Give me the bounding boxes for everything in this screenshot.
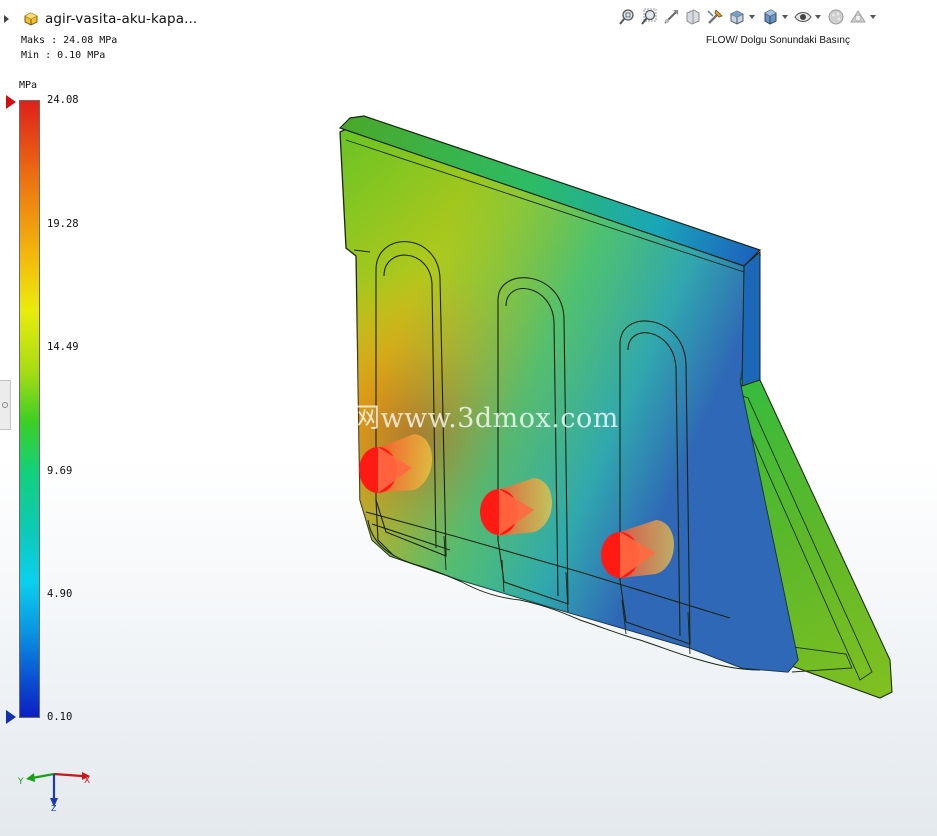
part-icon <box>24 12 38 26</box>
triad-z-label: Z <box>51 804 57 812</box>
result-plot-title: FLOW/ Dolgu Sonundaki Basınç <box>706 35 850 46</box>
legend-tick: 19.28 <box>47 218 79 230</box>
view-orientation-dropdown-icon[interactable] <box>749 15 755 19</box>
graphics-viewport[interactable]: 莫西网www.3dmox.com agir-vasita-aku-kapa...… <box>0 0 937 836</box>
document-title[interactable]: agir-vasita-aku-kapa... <box>45 11 197 27</box>
legend-max-marker-icon[interactable] <box>6 95 16 109</box>
hide-show-dropdown-icon[interactable] <box>815 15 821 19</box>
triad-y-label: Y <box>17 777 24 787</box>
legend-unit: MPa <box>19 80 38 91</box>
reference-triad: X Y Z <box>17 772 90 812</box>
legend-min-marker-icon[interactable] <box>6 710 16 724</box>
legend-color-bar[interactable] <box>19 100 40 718</box>
apply-scene-dropdown-icon[interactable] <box>870 15 876 19</box>
view-orientation-icon[interactable] <box>726 6 748 28</box>
max-value-label: Maks : 24.08 MPa <box>21 35 118 46</box>
triad-x-label: X <box>84 776 90 786</box>
zoom-to-fit-icon[interactable] <box>616 6 638 28</box>
display-style-dropdown-icon[interactable] <box>782 15 788 19</box>
section-view-icon[interactable] <box>682 6 704 28</box>
zoom-to-area-icon[interactable] <box>638 6 660 28</box>
legend-tick: 0.10 <box>47 711 73 723</box>
display-style-icon[interactable] <box>759 6 781 28</box>
handle-dot-icon <box>2 402 8 408</box>
hide-show-items-icon[interactable] <box>792 6 814 28</box>
apply-scene-icon[interactable] <box>847 6 869 28</box>
dynamic-annotation-icon[interactable] <box>704 6 726 28</box>
legend-tick: 24.08 <box>47 94 79 106</box>
legend-tick: 9.69 <box>47 465 73 477</box>
heads-up-toolbar <box>616 5 880 29</box>
feature-tree-header: agir-vasita-aku-kapa... <box>4 9 197 29</box>
legend-tick: 4.90 <box>47 588 73 600</box>
legend-tick: 14.49 <box>47 341 79 353</box>
min-value-label: Min : 0.10 MPa <box>21 50 106 61</box>
edit-appearance-icon[interactable] <box>825 6 847 28</box>
panel-collapse-handle[interactable] <box>0 380 11 430</box>
expand-arrow-icon[interactable] <box>4 15 9 23</box>
watermark: 莫西网www.3dmox.com <box>298 403 619 434</box>
previous-view-icon[interactable] <box>660 6 682 28</box>
